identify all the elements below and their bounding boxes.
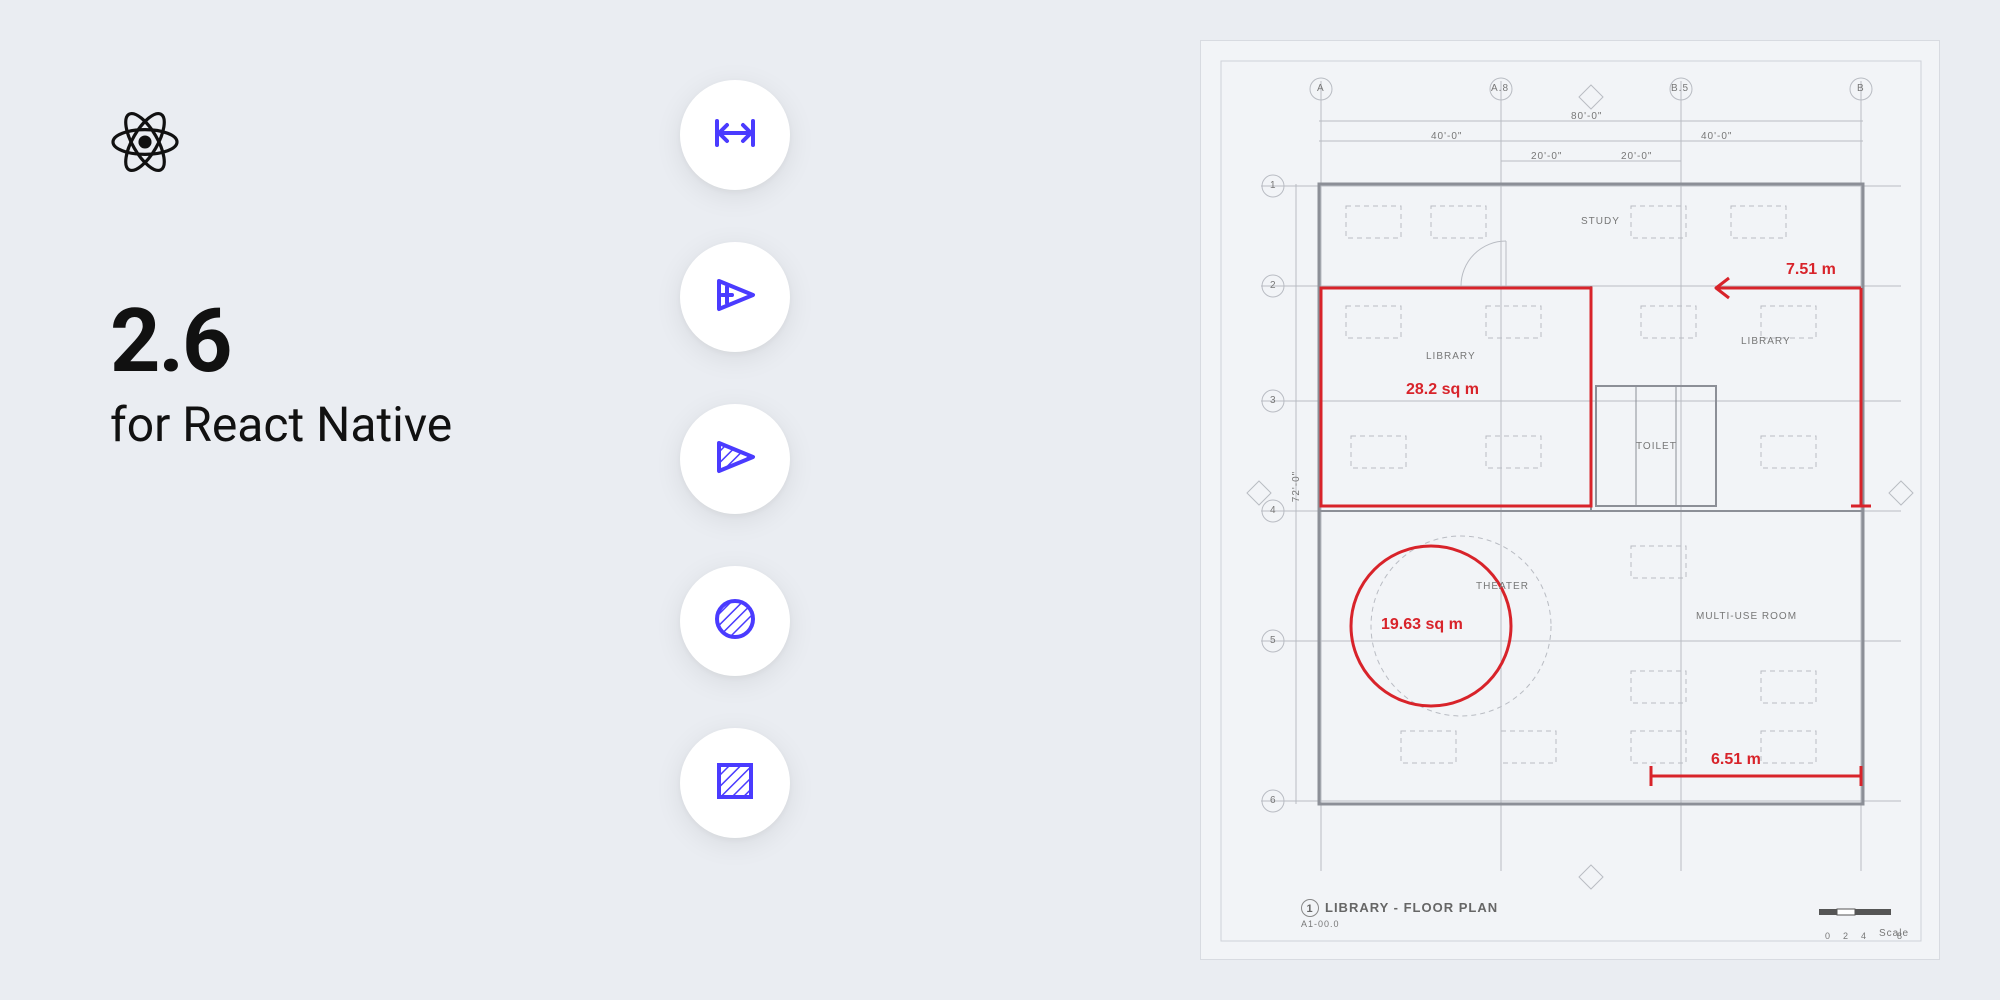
area-polygon-button[interactable] [680, 404, 790, 514]
anno-arrow-len: 7.51 m [1786, 261, 1836, 279]
grid-col-b: B [1857, 83, 1865, 94]
floorplan-svg [1201, 41, 1941, 961]
dim-height: 72'-0" [1291, 471, 1302, 502]
grid-row-2: 2 [1270, 280, 1277, 291]
grid-col-b5: B.5 [1671, 83, 1689, 94]
grid-row-3: 3 [1270, 395, 1277, 406]
room-library-l: LIBRARY [1426, 351, 1476, 362]
area-ellipse-button[interactable] [680, 566, 790, 676]
grid-col-a: A [1317, 83, 1325, 94]
scale-4: 4 [1861, 931, 1867, 941]
dim-sub-l: 20'-0" [1531, 151, 1562, 162]
version-subtitle: for React Native [110, 396, 452, 453]
title-block: 2.6 for React Native [110, 110, 452, 453]
calibrate-button[interactable] [680, 242, 790, 352]
tool-palette [680, 80, 790, 838]
dim-sub-r: 20'-0" [1621, 151, 1652, 162]
calibrate-arrow-icon [707, 267, 763, 327]
measure-arrows-icon [707, 105, 763, 165]
scale-8: 8 [1897, 931, 1903, 941]
dim-width-l: 40'-0" [1431, 131, 1462, 142]
polygon-hatched-icon [707, 429, 763, 489]
scale-label: Scale [1879, 928, 1909, 939]
grid-row-6: 6 [1270, 795, 1277, 806]
grid-row-1: 1 [1270, 180, 1277, 191]
rectangle-hatched-icon [707, 753, 763, 813]
dim-width-r: 40'-0" [1701, 131, 1732, 142]
anno-line-len: 6.51 m [1711, 751, 1761, 769]
room-study: STUDY [1581, 216, 1620, 227]
area-rectangle-button[interactable] [680, 728, 790, 838]
room-toilet: TOILET [1636, 441, 1677, 452]
version-number: 2.6 [110, 298, 452, 386]
anno-rect-area: 28.2 sq m [1406, 381, 1479, 399]
room-multiuse: MULTI-USE ROOM [1696, 611, 1797, 622]
room-theater: THEATER [1476, 581, 1529, 592]
measure-distance-button[interactable] [680, 80, 790, 190]
drawing-ref: A1-00.0 [1301, 919, 1340, 929]
anno-circle-area: 19.63 sq m [1381, 616, 1463, 634]
floorplan-canvas[interactable]: A A.8 B.5 B 1 2 3 4 5 6 80'-0" 40'-0" 40… [1200, 40, 1940, 960]
drawing-title: 1LIBRARY - FLOOR PLAN [1301, 899, 1498, 917]
ellipse-hatched-icon [707, 591, 763, 651]
grid-col-a8: A.8 [1491, 83, 1509, 94]
grid-row-4: 4 [1270, 505, 1277, 516]
scale-bar-icon [1819, 901, 1909, 923]
room-library-r: LIBRARY [1741, 336, 1791, 347]
dim-width: 80'-0" [1571, 111, 1602, 122]
react-logo-icon [110, 110, 452, 178]
scale-0: 0 [1825, 931, 1831, 941]
scale-2: 2 [1843, 931, 1849, 941]
grid-row-5: 5 [1270, 635, 1277, 646]
